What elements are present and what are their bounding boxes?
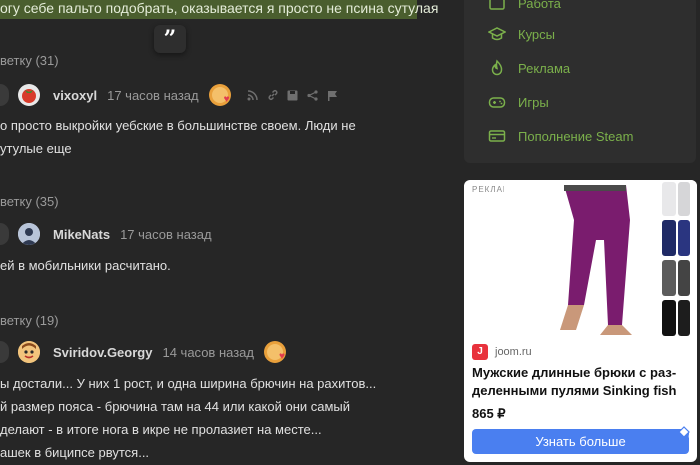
expand-thread-link[interactable]: ветку (19): [0, 313, 59, 328]
comment-line: ашек в биципсе рвутся...: [0, 445, 150, 460]
username[interactable]: vixoxyl: [53, 88, 97, 103]
share-icon[interactable]: [303, 88, 323, 102]
rss-icon[interactable]: [243, 88, 263, 102]
product-image[interactable]: [504, 180, 697, 338]
comment-line: ы достали... У них 1 рост, и одна ширина…: [0, 376, 377, 391]
comment-line: делают - в итоге нога в икре не пролазие…: [0, 422, 322, 437]
expand-thread-link[interactable]: ветку (31): [0, 53, 59, 68]
avatar[interactable]: [18, 223, 40, 245]
comment-header: vixoxyl 17 часов назад ♥: [0, 83, 343, 107]
sidebar-item-games[interactable]: Игры: [488, 91, 549, 113]
sidebar-item-label: Пополнение Steam: [518, 128, 634, 144]
sidebar-item-courses[interactable]: Курсы: [488, 23, 555, 45]
link-icon[interactable]: [263, 88, 283, 102]
ad-card[interactable]: РЕКЛАМА J joom.ru Мужские длинные брюки …: [464, 180, 697, 462]
thread-line[interactable]: [0, 84, 9, 106]
flag-icon[interactable]: [323, 88, 343, 102]
comment-text: о просто выкройки уебские в большинстве …: [0, 114, 356, 160]
avatar[interactable]: [18, 84, 40, 106]
username[interactable]: MikeNats: [53, 227, 110, 242]
sidebar-item-label: Курсы: [518, 26, 556, 42]
sidebar-item-label: Игры: [518, 94, 549, 110]
sidebar-menu: Работа Курсы Реклама Игры Пополнение Ste…: [464, 0, 696, 163]
learn-more-button[interactable]: Узнать больше: [472, 429, 689, 454]
ad-advertiser[interactable]: J joom.ru: [472, 344, 532, 360]
avatar[interactable]: [18, 341, 40, 363]
comment-time[interactable]: 14 часов назад: [162, 345, 254, 360]
comment-text: ей в мобильники расчитано.: [0, 254, 171, 277]
comment-line: утулые еще: [0, 141, 72, 156]
sidebar-item-ads[interactable]: Реклама: [488, 57, 570, 79]
joom-logo-icon: J: [472, 344, 488, 360]
sidebar-item-label: Реклама: [518, 60, 571, 76]
person-avatar-icon: [18, 223, 40, 245]
user-award-icon[interactable]: ♥: [263, 341, 286, 363]
briefcase-icon: [489, 0, 505, 10]
sidebar-item-work[interactable]: Работа: [488, 0, 561, 14]
username[interactable]: Sviridov.Georgy: [53, 345, 152, 360]
save-icon[interactable]: [283, 88, 303, 102]
ad-choices-icon[interactable]: [677, 426, 693, 440]
comment-text: ы достали... У них 1 рост, и одна ширина…: [0, 372, 376, 464]
cartoon-face-avatar-icon: [18, 341, 40, 363]
user-award-icon[interactable]: ♥: [208, 84, 231, 106]
quote-button[interactable]: ”: [154, 25, 186, 53]
comment-time[interactable]: 17 часов назад: [107, 88, 199, 103]
sidebar-item-label: Работа: [518, 0, 561, 11]
ad-title[interactable]: Мужские длинные брюки с раз­деленными пу…: [472, 364, 692, 400]
comment-line: й размер пояса - брючина там на 44 или к…: [0, 399, 351, 414]
flame-icon: [491, 59, 503, 76]
ad-price: 865 ₽: [472, 406, 506, 421]
comment-line: ей в мобильники расчитано.: [0, 258, 171, 273]
thread-line[interactable]: [0, 223, 9, 245]
expand-thread-link[interactable]: ветку (35): [0, 194, 59, 209]
comment-header: MikeNats 17 часов назад: [0, 222, 222, 246]
gamepad-icon: [488, 97, 506, 108]
comment-line: о просто выкройки уебские в большинстве …: [0, 118, 356, 133]
comment-header: Sviridov.Georgy 14 часов назад ♥: [0, 340, 298, 364]
comments-column: огу себе пальто подобрать, оказывается я…: [0, 0, 445, 465]
tomato-avatar-icon: [22, 89, 36, 103]
thread-line[interactable]: [0, 341, 9, 363]
highlighted-comment-text: огу себе пальто подобрать, оказывается я…: [0, 0, 439, 16]
card-icon: [488, 130, 506, 142]
sidebar-item-steam-topup[interactable]: Пополнение Steam: [488, 125, 633, 147]
graduation-cap-icon: [488, 27, 506, 41]
ad-site-label: joom.ru: [495, 346, 532, 358]
comment-time[interactable]: 17 часов назад: [120, 227, 212, 242]
